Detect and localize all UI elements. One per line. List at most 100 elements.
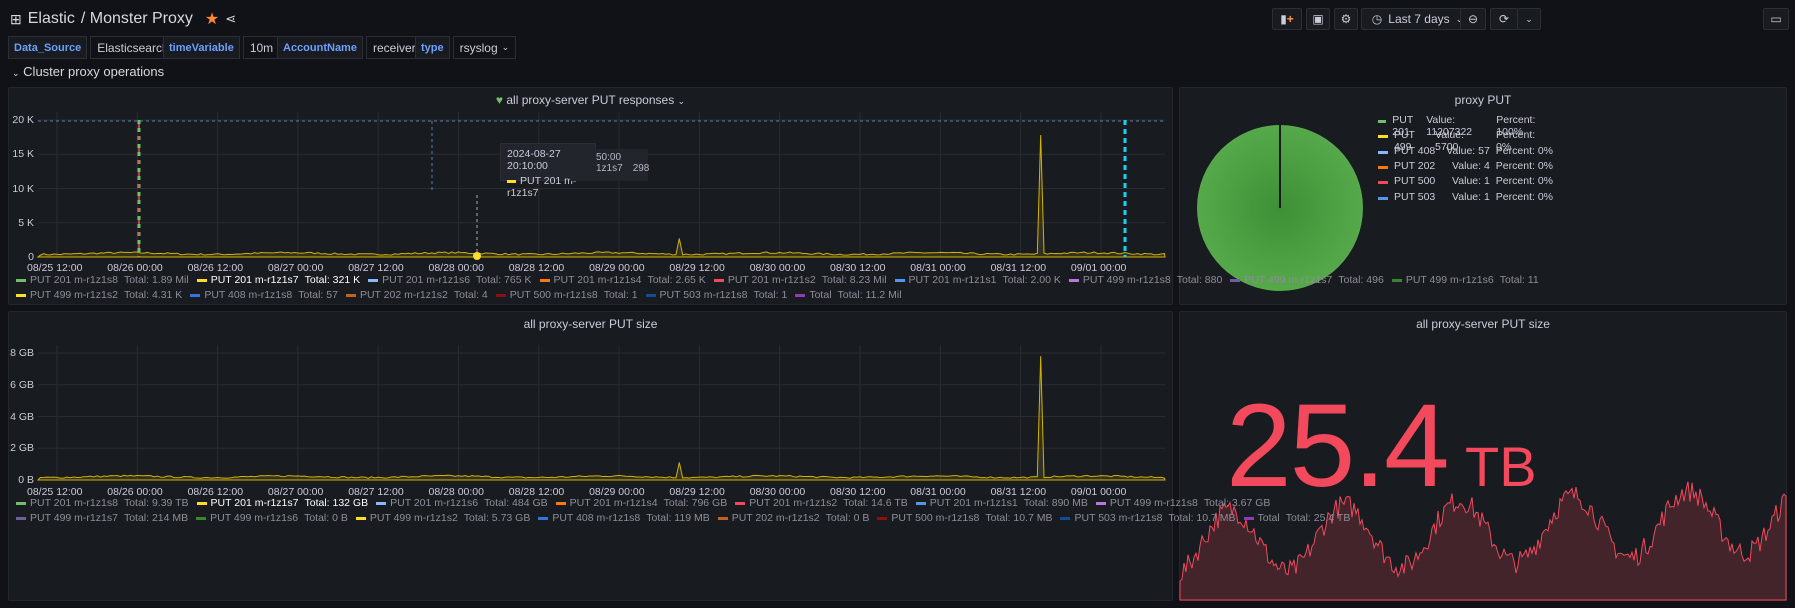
stat-value-container: 25.4 TB bbox=[1226, 378, 1537, 514]
pie-legend-item[interactable]: PUT 202 Value: 4 Percent: 0% bbox=[1378, 160, 1553, 172]
x-tick-label: 08/26 00:00 bbox=[107, 262, 163, 274]
legend-total: Total: 484 GB bbox=[484, 497, 548, 509]
stat-value: 25.4 bbox=[1226, 380, 1450, 512]
series-swatch bbox=[368, 278, 379, 282]
x-tick-label: 08/31 12:00 bbox=[990, 262, 1047, 274]
legend-item[interactable]: PUT 499 m-r1z1s6 Total: 11 bbox=[1391, 274, 1539, 286]
x-tick-label: 08/30 00:00 bbox=[749, 262, 806, 274]
pie-legend-item[interactable]: PUT 500 Value: 1 Percent: 0% bbox=[1378, 175, 1553, 187]
legend-item[interactable]: PUT 201 m-r1z1s7 Total: 132 GB bbox=[196, 497, 369, 509]
legend-item[interactable]: PUT 201 m-r1z1s2 Total: 14.6 TB bbox=[735, 497, 908, 509]
legend-total: Total: 1 bbox=[753, 289, 788, 301]
legend-total: Total: 4 bbox=[453, 289, 488, 301]
x-tick-label: 08/30 12:00 bbox=[830, 262, 886, 274]
legend-item[interactable]: PUT 201 m-r1z1s1 Total: 2.00 K bbox=[894, 274, 1061, 286]
y-tick-label: 0 B bbox=[18, 474, 34, 486]
legend-item[interactable]: PUT 201 m-r1z1s4 Total: 796 GB bbox=[555, 497, 728, 509]
pie-legend-name: PUT 500 bbox=[1394, 175, 1436, 188]
legend-item[interactable]: PUT 201 m-r1z1s6 Total: 484 GB bbox=[376, 497, 548, 509]
legend-item[interactable]: PUT 499 m-r1z1s7 Total: 496 bbox=[1230, 274, 1384, 286]
legend-item[interactable]: PUT 201 m-r1z1s7 Total: 321 K bbox=[196, 274, 360, 286]
series-swatch bbox=[555, 501, 566, 505]
legend-series-name: PUT 499 m-r1z1s7 bbox=[30, 512, 118, 524]
legend-series-name: PUT 201 m-r1z1s7 bbox=[210, 497, 299, 509]
legend-total: Total: 496 bbox=[1338, 274, 1384, 286]
legend-item[interactable]: Total Total: 11.2 Mil bbox=[795, 289, 902, 301]
series-swatch bbox=[355, 516, 366, 520]
legend-item[interactable]: PUT 202 m-r1z1s2 Total: 0 B bbox=[717, 512, 869, 524]
y-tick-label: 10 K bbox=[12, 182, 34, 195]
legend-item[interactable]: PUT 202 m-r1z1s2 Total: 4 bbox=[345, 289, 488, 301]
legend-series-name: PUT 201 m-r1z1s1 bbox=[908, 274, 997, 286]
legend-item[interactable]: PUT 408 m-r1z1s8 Total: 57 bbox=[190, 289, 338, 301]
legend-total: Total: 890 MB bbox=[1023, 497, 1088, 509]
legend-total: Total: 8.23 Mil bbox=[821, 274, 887, 286]
legend-item[interactable]: PUT 499 m-r1z1s2 Total: 5.73 GB bbox=[355, 512, 531, 524]
legend-series-name: PUT 500 m-r1z1s8 bbox=[891, 512, 980, 524]
legend-total: Total: 796 GB bbox=[663, 497, 728, 509]
ghost-tooltip-series: 1z1s7 bbox=[596, 163, 623, 174]
ghost-tooltip: 50:00 1z1s7 298 bbox=[570, 149, 650, 181]
pie-legend-item[interactable]: PUT 503 Value: 1 Percent: 0% bbox=[1378, 191, 1553, 203]
legend-series-name: PUT 201 m-r1z1s1 bbox=[929, 497, 1018, 509]
series-swatch bbox=[376, 501, 387, 505]
legend-total: Total: 119 MB bbox=[646, 512, 710, 524]
legend-row: PUT 499 m-r1z1s2 Total: 4.31 K PUT 408 m-r… bbox=[16, 289, 902, 301]
legend-item[interactable]: PUT 201 m-r1z1s4 Total: 2.65 K bbox=[539, 274, 706, 286]
legend-item[interactable]: PUT 503 m-r1z1s8 Total: 1 bbox=[645, 289, 788, 301]
legend-item[interactable]: PUT 499 m-r1z1s2 Total: 4.31 K bbox=[16, 289, 182, 301]
legend-total: Total: 5.73 GB bbox=[463, 512, 531, 524]
legend-series-name: PUT 408 m-r1z1s8 bbox=[204, 289, 293, 301]
legend-item[interactable]: PUT 201 m-r1z1s8 Total: 1.89 Mil bbox=[16, 274, 189, 286]
x-tick-label: 08/28 12:00 bbox=[508, 262, 565, 274]
series-swatch bbox=[1378, 150, 1388, 154]
y-tick-label: 6 GB bbox=[10, 378, 34, 391]
pie-legend-value: Value: 1 bbox=[1452, 190, 1490, 203]
legend-item[interactable]: PUT 201 m-r1z1s1 Total: 890 MB bbox=[915, 497, 1088, 509]
pie-legend-percent: Percent: 0% bbox=[1495, 175, 1553, 188]
pie-legend-percent: Percent: 0% bbox=[1495, 190, 1553, 203]
series-swatch bbox=[915, 501, 926, 505]
legend-series-name: PUT 499 m-r1z1s8 bbox=[1109, 497, 1198, 509]
x-tick-label: 08/27 00:00 bbox=[267, 262, 324, 274]
x-tick-label: 08/28 00:00 bbox=[428, 262, 484, 274]
legend-item[interactable]: PUT 499 m-r1z1s8 Total: 880 bbox=[1068, 274, 1222, 286]
legend-item[interactable]: PUT 408 m-r1z1s8 Total: 119 MB bbox=[538, 512, 710, 524]
ghost-tooltip-time: 50:00 bbox=[596, 152, 622, 163]
legend-series-name: PUT 201 m-r1z1s2 bbox=[727, 274, 816, 286]
y-tick-label: 5 K bbox=[18, 216, 34, 229]
legend-item[interactable]: PUT 500 m-r1z1s8 Total: 1 bbox=[495, 289, 638, 301]
legend-series-name: PUT 201 m-r1z1s4 bbox=[569, 497, 658, 509]
legend-series-name: PUT 201 m-r1z1s2 bbox=[749, 497, 838, 509]
series-swatch bbox=[1068, 278, 1079, 282]
legend-total: Total: 11 bbox=[1499, 274, 1539, 286]
series-swatch bbox=[196, 501, 207, 505]
legend-series-name: PUT 499 m-r1z1s2 bbox=[369, 512, 458, 524]
series-swatch bbox=[645, 293, 656, 297]
hover-point bbox=[473, 252, 481, 260]
legend-item[interactable]: PUT 503 m-r1z1s8 Total: 10.7 MB bbox=[1060, 512, 1236, 524]
series-swatch bbox=[735, 501, 746, 505]
legend-series-name: PUT 499 m-r1z1s2 bbox=[30, 289, 118, 301]
pie-legend-item[interactable]: PUT 408 Value: 57 Percent: 0% bbox=[1378, 145, 1553, 157]
legend-item[interactable]: PUT 499 m-r1z1s7 Total: 214 MB bbox=[16, 512, 188, 524]
legend-total: Total: 2.65 K bbox=[647, 274, 706, 286]
series-swatch bbox=[507, 179, 516, 183]
series-swatch bbox=[16, 501, 26, 505]
series-swatch bbox=[16, 293, 26, 297]
legend-item[interactable]: PUT 201 m-r1z1s8 Total: 9.39 TB bbox=[16, 497, 189, 509]
legend-series-name: PUT 408 m-r1z1s8 bbox=[552, 512, 641, 524]
x-tick-label: 08/29 00:00 bbox=[589, 262, 645, 274]
x-tick-label: 08/31 00:00 bbox=[910, 262, 966, 274]
legend-total: Total: 132 GB bbox=[304, 497, 369, 509]
series-swatch bbox=[345, 293, 356, 297]
ghost-tooltip-value: 298 bbox=[632, 163, 650, 174]
legend-series-name: PUT 201 m-r1z1s6 bbox=[382, 274, 471, 286]
legend-item[interactable]: PUT 500 m-r1z1s8 Total: 10.7 MB bbox=[877, 512, 1052, 524]
stat-unit: TB bbox=[1465, 435, 1537, 498]
series-swatch bbox=[190, 293, 201, 297]
legend-item[interactable]: PUT 201 m-r1z1s6 Total: 765 K bbox=[368, 274, 532, 286]
legend-total: Total: 1 bbox=[603, 289, 638, 301]
legend-item[interactable]: PUT 201 m-r1z1s2 Total: 8.23 Mil bbox=[713, 274, 887, 286]
legend-item[interactable]: PUT 499 m-r1z1s6 Total: 0 B bbox=[196, 512, 348, 524]
